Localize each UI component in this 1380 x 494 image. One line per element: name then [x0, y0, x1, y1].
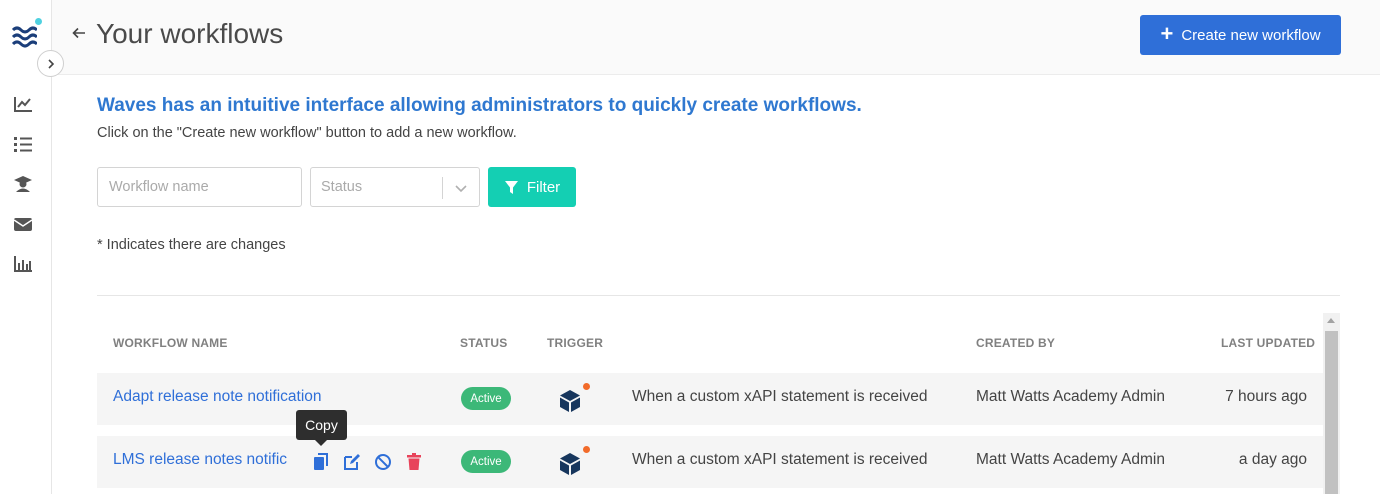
page-header: Your workflows + Create new workflow [52, 0, 1380, 75]
trigger-text: When a custom xAPI statement is received [632, 451, 928, 468]
chevron-down-icon [455, 185, 467, 193]
divider [97, 295, 1340, 296]
copy-icon[interactable] [311, 452, 330, 471]
changes-note: * Indicates there are changes [97, 237, 286, 253]
created-by: Matt Watts Academy Admin [976, 451, 1165, 468]
logo-dot [35, 18, 42, 25]
trigger-text: When a custom xAPI statement is received [632, 388, 928, 405]
table-row[interactable]: Adapt release note notification Active W… [97, 373, 1323, 425]
tooltip-arrow [315, 440, 327, 446]
trend-chart-icon[interactable] [13, 95, 33, 113]
workflow-name-link[interactable]: Adapt release note notification [113, 388, 322, 406]
status-badge: Active [461, 450, 511, 473]
created-by: Matt Watts Academy Admin [976, 388, 1165, 405]
back-arrow-icon[interactable] [72, 26, 86, 40]
column-header-trigger: TRIGGER [547, 336, 604, 350]
row-actions [311, 452, 423, 471]
column-header-name: WORKFLOW NAME [113, 336, 228, 350]
xapi-cube-icon [560, 453, 580, 475]
last-updated: 7 hours ago [1225, 388, 1307, 405]
workflow-name-link[interactable]: LMS release notes notific [113, 451, 287, 469]
filter-label: Filter [526, 178, 561, 196]
status-badge: Active [461, 387, 511, 410]
column-header-last-updated: LAST UPDATED [1221, 336, 1316, 350]
funnel-icon [504, 180, 518, 194]
workflow-name-input[interactable] [97, 167, 302, 207]
intro-subtitle: Click on the "Create new workflow" butto… [97, 125, 517, 141]
column-header-created-by: CREATED BY [976, 336, 1056, 350]
select-separator [442, 177, 443, 199]
create-workflow-button[interactable]: + Create new workflow [1140, 15, 1341, 55]
delete-icon[interactable] [404, 452, 423, 471]
xapi-cube-icon [560, 390, 580, 412]
sidebar-expand-button[interactable] [37, 50, 64, 77]
waves-logo[interactable] [11, 24, 37, 50]
list-icon[interactable] [13, 135, 33, 153]
plus-icon: + [1160, 21, 1174, 46]
scrollbar-thumb[interactable] [1325, 331, 1338, 494]
edit-icon[interactable] [342, 452, 361, 471]
trigger-indicator-dot [583, 446, 590, 453]
scroll-up-arrow-icon[interactable] [1327, 318, 1335, 323]
trigger-indicator-dot [583, 383, 590, 390]
filter-button[interactable]: Filter [488, 167, 576, 207]
column-header-status: STATUS [460, 336, 508, 350]
last-updated: a day ago [1238, 451, 1307, 468]
table-row[interactable]: LMS release notes notific Active When a … [97, 436, 1323, 488]
status-placeholder: Status [321, 179, 363, 195]
create-workflow-label: Create new workflow [1181, 26, 1321, 44]
mail-icon[interactable] [13, 215, 33, 233]
chevron-right-icon [47, 58, 54, 69]
status-select[interactable]: Status [310, 167, 480, 207]
bar-chart-icon[interactable] [13, 255, 33, 273]
intro-title: Waves has an intuitive interface allowin… [97, 95, 862, 116]
disable-icon[interactable] [373, 452, 392, 471]
copy-tooltip: Copy [296, 410, 347, 440]
page-title: Your workflows [96, 18, 284, 49]
graduate-icon[interactable] [13, 175, 33, 193]
